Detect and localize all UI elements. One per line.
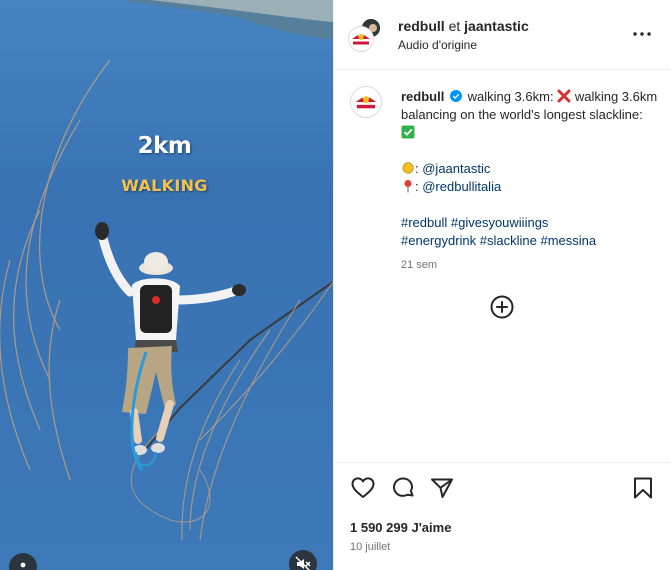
verified-badge-icon — [449, 90, 462, 102]
heart-icon — [351, 477, 375, 498]
like-button[interactable] — [350, 475, 376, 501]
collab-avatars[interactable] — [348, 17, 386, 53]
muted-speaker-icon — [295, 556, 311, 570]
redbull-logo-icon — [352, 34, 370, 45]
post-header: redbull et jaantastic Audio d'origine — [334, 0, 671, 70]
credit-mention-redbullitalia[interactable]: @redbullitalia — [422, 179, 501, 194]
caption-username[interactable]: redbull — [401, 89, 444, 104]
overlay-activity-text: WALKING — [121, 176, 208, 195]
post-caption: redbull walking 3.6km: walking 3.6km bal… — [401, 88, 659, 274]
share-button[interactable] — [429, 475, 455, 501]
collab-username[interactable]: jaantastic — [464, 18, 529, 34]
mute-toggle-button[interactable] — [289, 550, 317, 570]
save-button[interactable] — [630, 475, 656, 501]
caption-avatar[interactable] — [350, 86, 382, 118]
likes-count[interactable]: 1 590 299 J'aime — [350, 520, 451, 535]
author-connector: et — [448, 18, 461, 34]
post-details-panel: redbull et jaantastic Audio d'origine re… — [333, 0, 671, 570]
more-options-icon — [633, 32, 651, 36]
load-more-comments-button[interactable] — [490, 295, 514, 319]
check-mark-emoji-icon — [401, 125, 415, 139]
comment-icon — [393, 477, 414, 497]
post-author-line[interactable]: redbull et jaantastic — [398, 18, 529, 34]
overlay-distance-text: 2km — [137, 133, 192, 159]
caption-line1: walking 3.6km: — [467, 89, 554, 104]
cross-mark-emoji-icon — [557, 89, 571, 103]
person-icon — [20, 562, 26, 568]
author-username[interactable]: redbull — [398, 18, 445, 34]
post-date: 10 juillet — [350, 541, 391, 553]
likes-label: J'aime — [411, 520, 452, 535]
credit-mention-jaantastic[interactable]: @jaantastic — [422, 161, 490, 176]
plus-circle-icon — [490, 295, 514, 319]
bookmark-icon — [634, 477, 652, 499]
clapper-emoji-icon — [402, 162, 414, 174]
avatar-redbull[interactable] — [348, 26, 374, 52]
audio-label[interactable]: Audio d'origine — [398, 38, 477, 52]
post-actions: 1 590 299 J'aime 10 juillet — [334, 462, 671, 570]
hashtags-line-1[interactable]: #redbull #givesyouwiiings — [401, 214, 659, 232]
redbull-logo-icon — [355, 96, 377, 109]
share-icon — [431, 478, 453, 498]
slackline-scene-image — [0, 0, 333, 570]
more-options-button[interactable] — [631, 26, 653, 42]
caption-time: 21 sem — [401, 259, 438, 271]
pin-emoji-icon — [404, 180, 412, 193]
post-video[interactable]: 2km WALKING — [0, 0, 333, 570]
likes-number: 1 590 299 — [350, 520, 408, 535]
hashtags-line-2[interactable]: #energydrink #slackline #messina — [401, 232, 659, 250]
comment-button[interactable] — [390, 475, 416, 501]
